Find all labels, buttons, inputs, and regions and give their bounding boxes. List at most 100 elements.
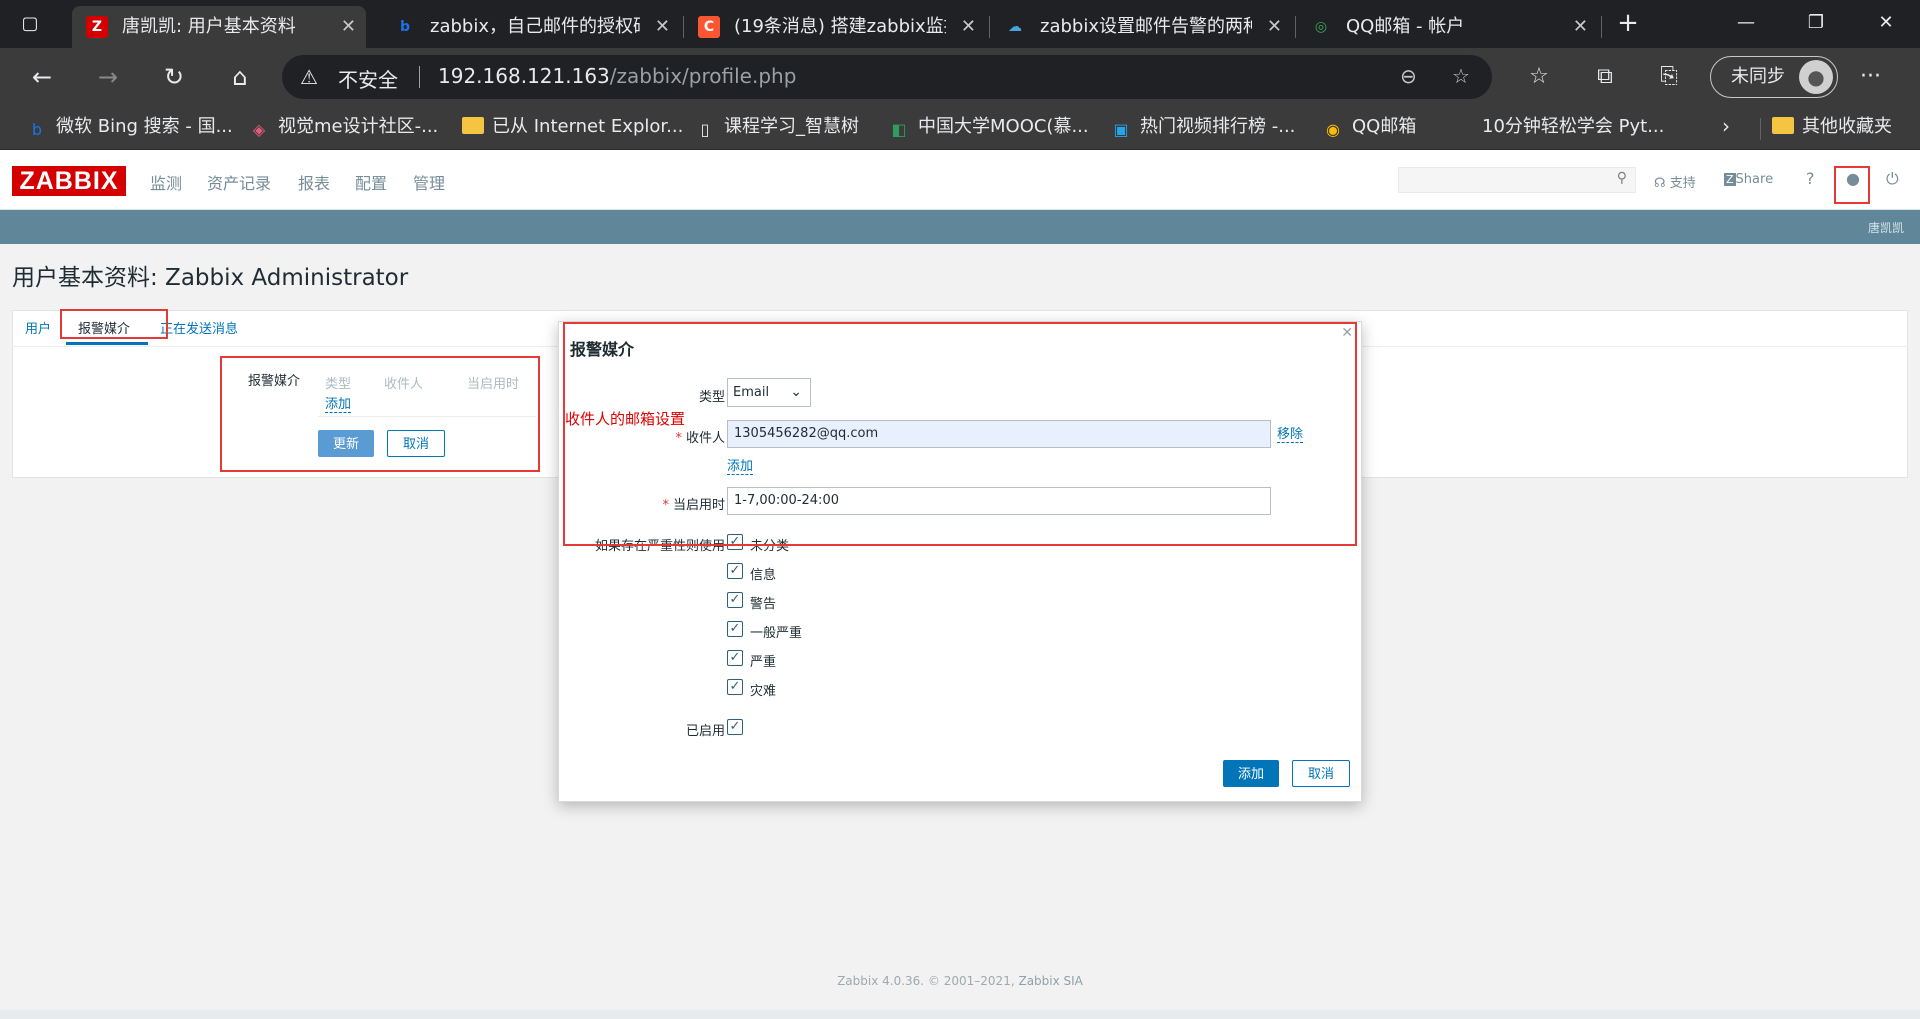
severity-checkbox[interactable]: ✓ — [727, 679, 743, 695]
address-divider — [419, 66, 420, 88]
csdn-favicon-icon: C — [698, 16, 720, 38]
reload-icon[interactable]: ↻ — [156, 60, 192, 96]
bookmark-item[interactable]: ◈ 视觉me设计社区-... — [248, 114, 438, 140]
tab-messaging[interactable]: 正在发送消息 — [160, 318, 238, 337]
dialog-cancel-button[interactable]: 取消 — [1292, 760, 1350, 787]
restore-icon[interactable]: ❐ — [1796, 8, 1836, 38]
severity-label-item: 警告 — [750, 597, 777, 612]
nav-administration[interactable]: 管理 — [413, 170, 445, 194]
footer-company-link[interactable]: Zabbix SIA — [1018, 974, 1082, 988]
browser-tab[interactable]: ◎ QQ邮箱 - 帐户 ✕ — [1296, 6, 1598, 48]
severity-checkbox[interactable]: ✓ — [727, 592, 743, 608]
help-icon[interactable]: ? — [1806, 169, 1815, 188]
annotation-text: 收件人的邮箱设置 — [565, 410, 686, 428]
bookmark-label: QQ邮箱 — [1352, 116, 1417, 137]
severity-checkbox[interactable]: ✓ — [727, 650, 743, 666]
mooc-icon: ◧ — [891, 120, 907, 139]
bookmark-label: 热门视频排行榜 -... — [1140, 116, 1296, 137]
minimize-icon[interactable]: — — [1726, 8, 1766, 38]
zabbix-favicon-icon: Z — [86, 16, 108, 38]
bookmarks-bar: b 微软 Bing 搜索 - 国... ◈ 视觉me设计社区-... 已从 Inte… — [0, 106, 1920, 150]
search-input[interactable]: ⚲ — [1398, 167, 1636, 193]
logout-icon[interactable]: ⏻ — [1886, 169, 1899, 189]
bookmark-label: 微软 Bing 搜索 - 国... — [56, 116, 233, 137]
insecure-label[interactable]: 不安全 — [338, 64, 398, 93]
collections-icon[interactable]: ⧉ — [1590, 64, 1620, 89]
tab-separator — [1601, 16, 1602, 38]
nav-monitoring[interactable]: 监测 — [150, 170, 182, 194]
other-bookmarks[interactable]: 其他收藏夹 — [1772, 114, 1892, 140]
qqmail-favicon-icon: ◎ — [1314, 19, 1328, 35]
favorites-icon[interactable]: ☆ — [1524, 64, 1554, 89]
browser-tab[interactable]: ☁ zabbix设置邮件告警的两种 ✕ — [990, 6, 1292, 48]
warning-icon[interactable]: ⚠ — [300, 65, 318, 89]
bookmark-item[interactable]: ▣ 热门视频排行榜 -... — [1110, 114, 1295, 140]
search-icon[interactable]: ⚲ — [1617, 170, 1627, 186]
severity-checkbox[interactable]: ✓ — [727, 563, 743, 579]
bing-favicon-icon: b — [399, 19, 411, 35]
url-path: /zabbix/profile.php — [609, 64, 797, 88]
zoom-icon[interactable]: ⊖ — [1400, 64, 1417, 88]
page-title: 用户基本资料: Zabbix Administrator — [12, 265, 409, 291]
avatar-icon: ● — [1799, 60, 1833, 94]
tab-actions-icon[interactable]: ▢ — [18, 12, 42, 36]
back-icon[interactable]: ← — [24, 60, 60, 96]
tab-close-icon[interactable]: ✕ — [655, 6, 670, 48]
bookmark-label: 视觉me设计社区-... — [278, 116, 439, 137]
browser-tab[interactable]: C (19条消息) 搭建zabbix监控 ✕ — [684, 6, 986, 48]
address-bar[interactable]: ⚠ 不安全 192.168.121.163/zabbix/profile.php… — [282, 55, 1492, 99]
bookmark-label: 课程学习_智慧树 — [724, 116, 859, 137]
annotation-box-media-table — [220, 356, 540, 472]
nav-inventory[interactable]: 资产记录 — [207, 170, 271, 194]
tab-title: zabbix设置邮件告警的两种 — [1040, 16, 1252, 37]
bookmark-item[interactable]: b 微软 Bing 搜索 - 国... — [26, 114, 233, 140]
enabled-label: 已启用 — [685, 724, 725, 739]
severity-checkbox[interactable]: ✓ — [727, 621, 743, 637]
severity-label-item: 一般严重 — [750, 626, 803, 641]
window-close-icon[interactable]: ✕ — [1866, 8, 1906, 38]
tab-close-icon[interactable]: ✕ — [961, 6, 976, 48]
screenshot-icon[interactable]: ⎘ — [1654, 64, 1684, 89]
cloud-favicon-icon: ☁ — [1008, 19, 1022, 35]
tab-user[interactable]: 用户 — [25, 318, 51, 337]
share-link[interactable]: Z Share — [1724, 172, 1773, 187]
zabbix-user-bar: 唐凯凯 — [0, 210, 1920, 244]
url-text[interactable]: 192.168.121.163/zabbix/profile.php — [438, 64, 796, 88]
bookmark-separator — [1760, 118, 1761, 140]
nav-reports[interactable]: 报表 — [298, 170, 330, 194]
new-tab-icon[interactable]: + — [1608, 8, 1648, 38]
browser-tab-active[interactable]: Z 唐凯凯: 用户基本资料 ✕ — [72, 6, 366, 48]
profile-sync-button[interactable]: 未同步 ● — [1710, 56, 1838, 98]
bookmark-item[interactable]: 10分钟轻松学会 Pyt... — [1482, 114, 1664, 140]
chevron-right-icon[interactable]: › — [1722, 114, 1730, 138]
browser-toolbar: ← → ↻ ⌂ ⚠ 不安全 192.168.121.163/zabbix/pro… — [0, 48, 1920, 106]
add-button[interactable]: 添加 — [1223, 760, 1279, 787]
home-icon[interactable]: ⌂ — [222, 60, 258, 96]
support-link[interactable]: ☊ 支持 — [1654, 172, 1696, 191]
tab-close-icon[interactable]: ✕ — [341, 6, 356, 48]
page-icon: ▯ — [700, 120, 710, 139]
bing-icon: b — [31, 120, 43, 139]
tab-close-icon[interactable]: ✕ — [1573, 6, 1588, 48]
other-bookmarks-label: 其他收藏夹 — [1802, 116, 1892, 137]
severity-label-item: 信息 — [750, 568, 777, 583]
forward-icon[interactable]: → — [90, 60, 126, 96]
enabled-checkbox[interactable]: ✓ — [727, 719, 743, 735]
zabbix-logo[interactable]: ZABBIX — [12, 166, 126, 196]
url-host: 192.168.121.163 — [438, 64, 610, 88]
share-label: Share — [1735, 172, 1774, 187]
add-favorite-icon[interactable]: ☆ — [1452, 64, 1470, 88]
browser-tab[interactable]: b zabbix，自己邮件的授权码 ✕ — [380, 6, 680, 48]
more-icon[interactable]: ··· — [1860, 64, 1881, 89]
sync-label: 未同步 — [1731, 66, 1785, 87]
bookmark-item[interactable]: ◧ 中国大学MOOC(慕... — [888, 114, 1088, 140]
tab-title: 唐凯凯: 用户基本资料 — [122, 16, 296, 37]
tab-close-icon[interactable]: ✕ — [1267, 6, 1282, 48]
annotation-box-media-tab — [60, 309, 168, 339]
bookmark-item[interactable]: ◉ QQ邮箱 — [1322, 114, 1416, 140]
bookmark-item[interactable]: ▯ 课程学习_智慧树 — [694, 114, 859, 140]
active-tab-indicator — [66, 342, 148, 345]
bookmark-item[interactable]: 已从 Internet Explor... — [462, 114, 683, 140]
nav-configuration[interactable]: 配置 — [355, 170, 387, 194]
folder-icon — [1772, 117, 1794, 134]
